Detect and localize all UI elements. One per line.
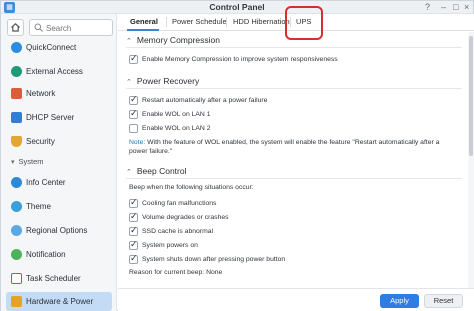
checkbox-label: Enable Memory Compression to improve sys… — [142, 56, 338, 63]
checkbox-label: Volume degrades or crashes — [142, 214, 229, 221]
theme-icon — [11, 201, 22, 212]
sidebar-item-info-center[interactable]: Info Center — [6, 174, 112, 191]
tab-divider — [226, 17, 227, 27]
section-header-label: System — [18, 157, 44, 166]
search-field[interactable] — [29, 19, 113, 36]
wol-note: Note: With the feature of WOL enabled, t… — [129, 138, 459, 156]
beep-shutdown-checkbox[interactable] — [129, 253, 138, 264]
sidebar-item-network[interactable]: Network — [6, 85, 112, 102]
sidebar-item-label: Regional Options — [26, 226, 88, 235]
checkbox-label: SSD cache is abnormal — [142, 228, 214, 235]
title-bar: ▦ Control Panel ? – □ × — [1, 1, 473, 14]
sidebar-item-label: Notification — [26, 250, 66, 259]
beep-volume-checkbox[interactable] — [129, 211, 138, 222]
quickconnect-icon — [11, 42, 22, 53]
main-panel: General Power Schedule HDD Hibernation U… — [118, 6, 474, 311]
sidebar-item-regional-options[interactable]: Regional Options — [6, 222, 112, 239]
close-icon[interactable]: × — [464, 2, 469, 13]
shield-icon — [11, 136, 22, 147]
power-icon — [11, 296, 22, 307]
sidebar-item-notification[interactable]: Notification — [6, 246, 112, 263]
sidebar-item-external-access[interactable]: External Access — [6, 63, 112, 80]
active-tab-indicator — [127, 29, 159, 31]
footer-bar: Apply Reset — [118, 288, 474, 311]
sidebar-item-label: Task Scheduler — [26, 274, 81, 283]
help-icon[interactable]: ? — [425, 2, 430, 13]
checkbox-label: Restart automatically after a power fail… — [142, 97, 268, 104]
wol-lan2-checkbox[interactable] — [129, 124, 138, 133]
section-divider — [126, 178, 462, 179]
dhcp-icon — [11, 112, 22, 123]
maximize-icon[interactable]: □ — [453, 2, 458, 13]
section-title: Beep Control — [136, 166, 187, 176]
scrollbar-thumb[interactable] — [469, 36, 473, 156]
beep-ssd-cache-checkbox[interactable] — [129, 225, 138, 236]
beep-fan-checkbox[interactable] — [129, 197, 138, 208]
tab-general[interactable]: General — [130, 17, 158, 26]
minimize-icon[interactable]: – — [441, 2, 446, 13]
sidebar-item-label: DHCP Server — [26, 113, 75, 122]
sidebar-item-task-scheduler[interactable]: Task Scheduler — [6, 270, 112, 287]
window-title: Control Panel — [209, 2, 265, 12]
search-icon — [34, 23, 43, 32]
sidebar-item-dhcp-server[interactable]: DHCP Server — [6, 109, 112, 126]
checkbox-label: System shuts down after pressing power b… — [142, 256, 286, 263]
section-title: Memory Compression — [136, 35, 221, 45]
note-text: With the feature of WOL enabled, the sys… — [129, 139, 440, 155]
reset-button[interactable]: Reset — [424, 294, 463, 308]
search-input[interactable] — [46, 22, 110, 34]
chevron-down-icon: ▾ — [11, 159, 15, 166]
sidebar-item-quickconnect[interactable]: QuickConnect — [6, 39, 112, 56]
chevron-up-icon: ⌃ — [126, 169, 132, 176]
restart-after-power-failure-checkbox[interactable] — [129, 94, 138, 105]
beep-intro: Beep when the following situations occur… — [129, 184, 254, 191]
notification-icon — [11, 249, 22, 260]
section-divider — [126, 47, 462, 48]
globe-icon — [11, 66, 22, 77]
checkbox-label: Enable WOL on LAN 2 — [142, 125, 211, 132]
apply-button[interactable]: Apply — [380, 294, 419, 308]
tab-power-schedule[interactable]: Power Schedule — [172, 17, 227, 26]
checkbox-label: Cooling fan malfunctions — [142, 200, 217, 207]
beep-power-on-checkbox[interactable] — [129, 239, 138, 250]
control-panel-window: ▦ Control Panel ? – □ × QuickConnect Ext… — [0, 0, 474, 311]
sidebar-item-security[interactable]: Security — [6, 133, 112, 150]
memory-compression-checkbox[interactable] — [129, 53, 138, 64]
tab-hdd-hibernation[interactable]: HDD Hibernation — [233, 17, 290, 26]
sidebar-item-label: Info Center — [26, 178, 66, 187]
sidebar-item-hardware-power[interactable]: Hardware & Power — [6, 292, 112, 311]
section-memory-compression[interactable]: ⌃ Memory Compression — [126, 35, 220, 45]
sidebar-item-label: Hardware & Power — [26, 297, 94, 306]
network-icon — [11, 88, 22, 99]
sidebar-item-theme[interactable]: Theme — [6, 198, 112, 215]
home-button[interactable] — [7, 19, 24, 36]
checkbox-label: Enable WOL on LAN 1 — [142, 111, 211, 118]
sidebar: QuickConnect External Access Network DHC… — [1, 14, 117, 311]
settings-content: ⌃ Memory Compression Enable Memory Compre… — [118, 32, 468, 288]
beep-reason: Reason for current beep: None — [129, 269, 223, 276]
section-header-system[interactable]: ▾ System — [11, 157, 44, 166]
sidebar-item-label: QuickConnect — [26, 43, 77, 52]
wol-lan1-checkbox[interactable] — [129, 108, 138, 119]
sidebar-item-label: Network — [26, 89, 56, 98]
content-scrollbar[interactable] — [468, 32, 474, 288]
checkbox-label: System powers on — [142, 242, 198, 249]
sidebar-item-label: External Access — [26, 67, 83, 76]
chevron-up-icon: ⌃ — [126, 79, 132, 86]
regional-icon — [11, 225, 22, 236]
section-beep-control[interactable]: ⌃ Beep Control — [126, 166, 187, 176]
chevron-up-icon: ⌃ — [126, 38, 132, 45]
section-divider — [126, 88, 462, 89]
calendar-icon — [11, 273, 22, 284]
tab-divider — [166, 17, 167, 27]
sidebar-item-label: Security — [26, 137, 55, 146]
sidebar-item-label: Theme — [26, 202, 51, 211]
section-title: Power Recovery — [136, 76, 200, 86]
info-icon — [11, 177, 22, 188]
section-power-recovery[interactable]: ⌃ Power Recovery — [126, 76, 199, 86]
note-label: Note: — [129, 139, 146, 146]
home-icon — [11, 22, 20, 32]
